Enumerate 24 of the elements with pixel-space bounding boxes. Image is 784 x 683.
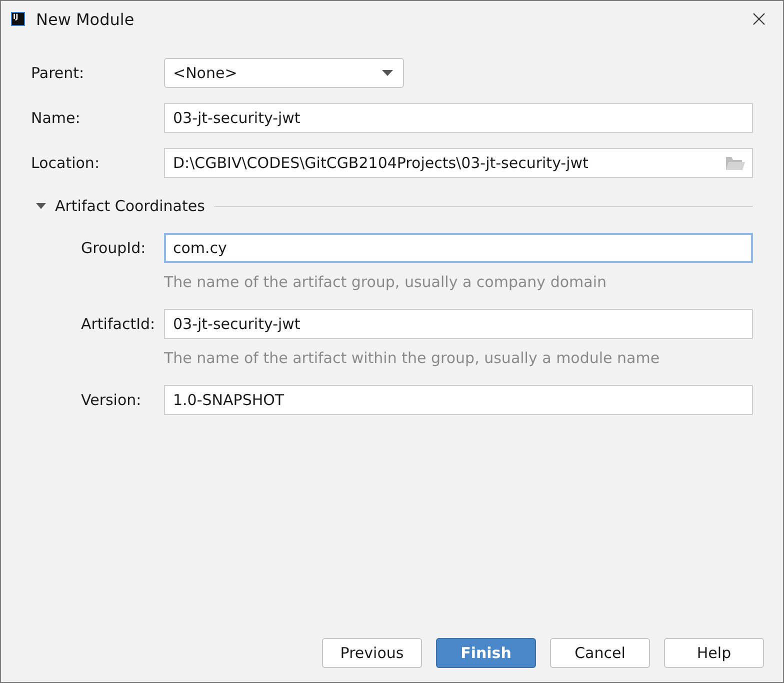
field-label: Parent: (31, 64, 86, 82)
field-label: Version: (81, 391, 142, 409)
hint-text: The name of the artifact within the group, usually a module name (164, 348, 661, 368)
dialog-button[interactable]: Previous (322, 638, 422, 668)
text-field[interactable]: 03-jt-security-jwt (164, 103, 753, 133)
field-label: ArtifactId: (81, 315, 156, 333)
dialog-button[interactable]: Cancel (550, 638, 650, 668)
path-field[interactable]: D:\CGBIV\CODES\GitCGB2104Projects\03-jt-security-jwt (164, 148, 753, 178)
field-label: Name: (31, 109, 82, 127)
close-icon (753, 13, 765, 25)
section-title: Artifact Coordinates (55, 197, 205, 215)
caret-icon (382, 70, 393, 76)
dropdown[interactable]: <None> (164, 58, 404, 88)
field-label: GroupId: (81, 239, 147, 257)
text-field[interactable]: com.cy (164, 233, 753, 263)
text-field[interactable]: 03-jt-security-jwt (164, 309, 753, 339)
close-button[interactable] (753, 13, 765, 25)
window-title: New Module (36, 10, 134, 28)
primary-button[interactable]: Finish (436, 638, 536, 668)
text-field[interactable]: 1.0-SNAPSHOT (164, 385, 753, 415)
hint-text: The name of the artifact group, usually a company domain (164, 272, 608, 292)
collapse-toggle-icon[interactable] (36, 201, 46, 211)
field-label: Location: (31, 154, 100, 172)
dialog-button[interactable]: Help (664, 638, 764, 668)
